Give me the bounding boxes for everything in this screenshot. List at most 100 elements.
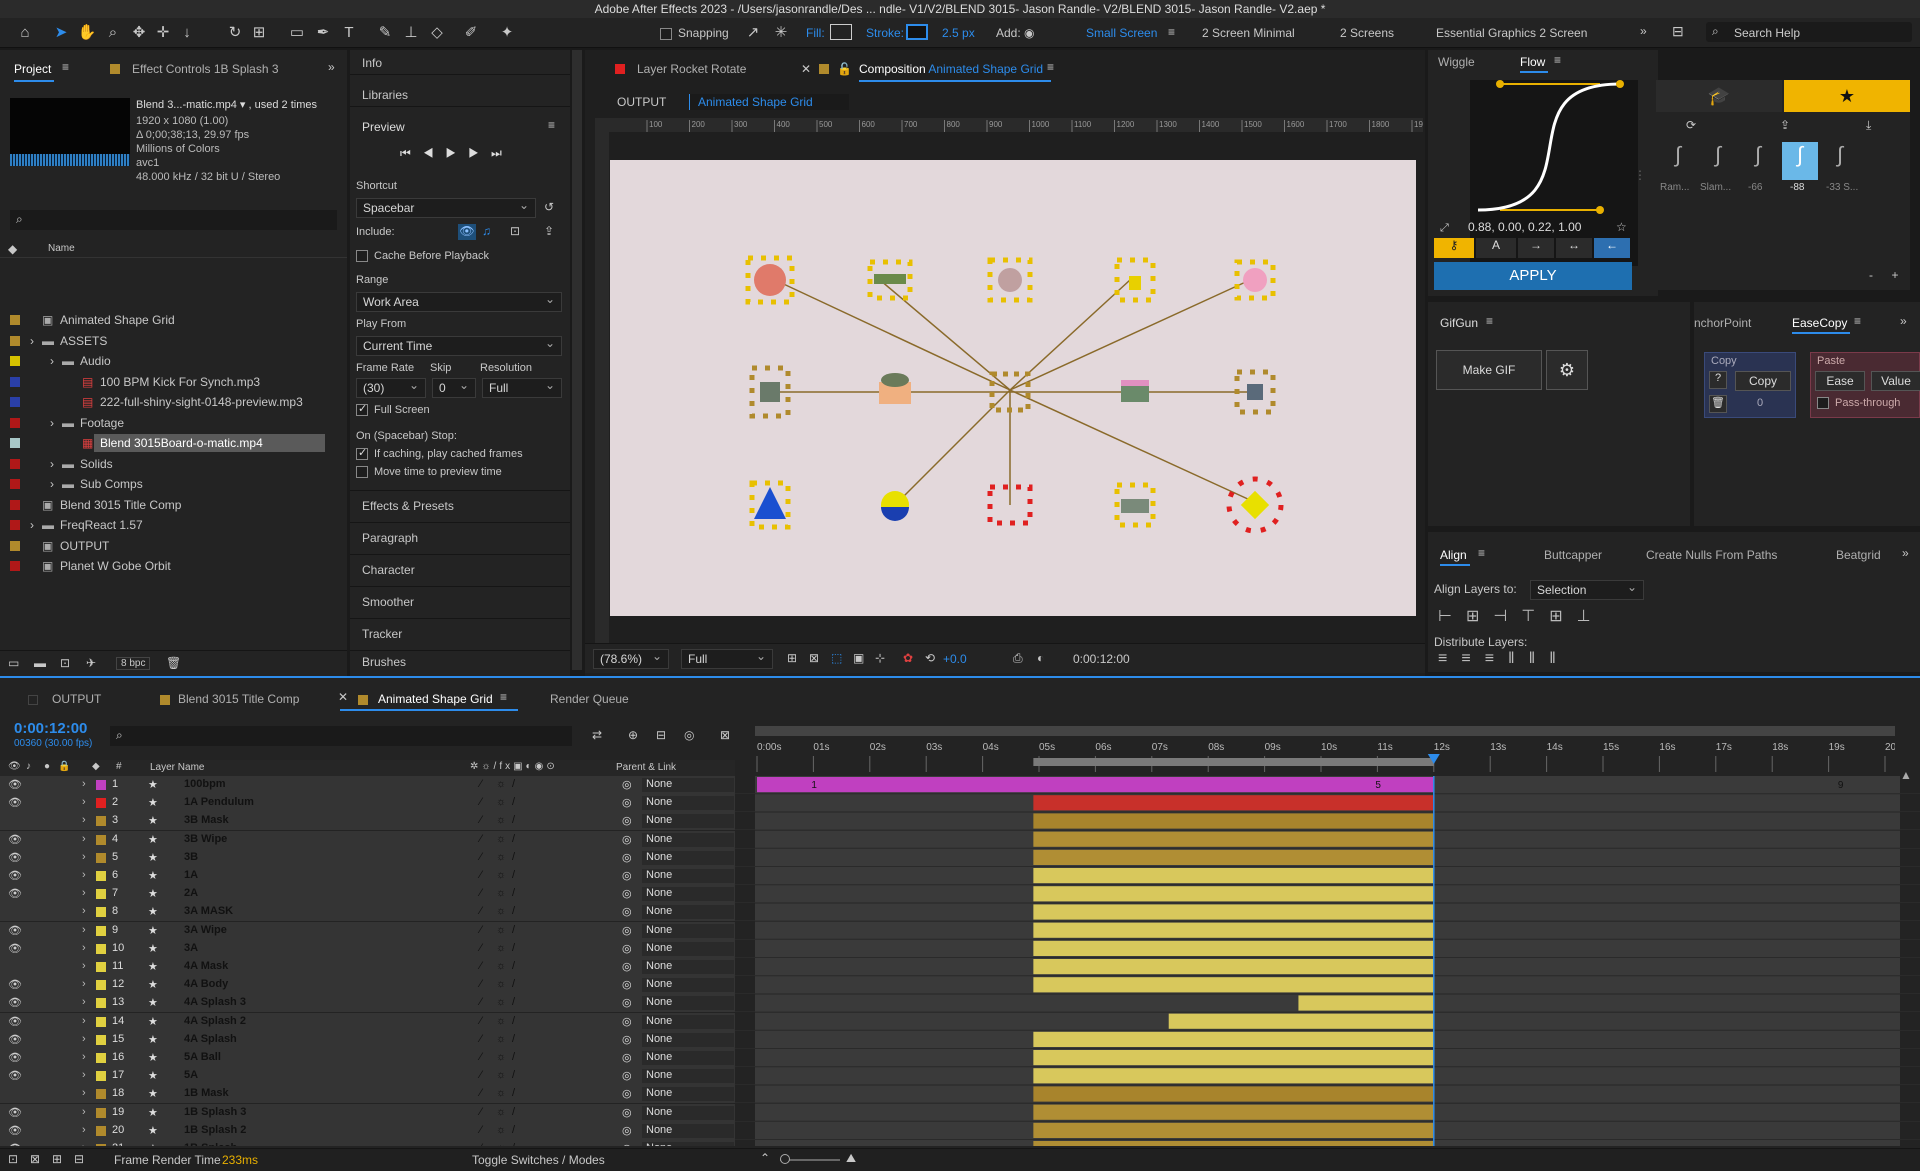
switch-quality-icon[interactable]: ⁄ — [480, 996, 482, 1008]
flow-bezier-values[interactable]: 0.88, 0.00, 0.22, 1.00 — [1468, 220, 1581, 234]
project-item[interactable]: ▣ Animated Shape Grid — [0, 310, 345, 330]
visibility-eye-icon[interactable]: 👁 — [8, 924, 22, 938]
expand-layer-icon[interactable]: › — [82, 814, 86, 826]
switch-quality-icon[interactable]: ⁄ — [480, 833, 482, 845]
plus-button[interactable]: + — [1884, 268, 1906, 286]
switch-quality-icon[interactable]: ⁄ — [480, 1033, 482, 1045]
project-item[interactable]: › ▬ Solids — [0, 454, 345, 474]
trash-icon[interactable]: 🗑 — [1709, 395, 1727, 413]
pickwhip-icon[interactable]: ◎ — [622, 887, 632, 900]
parent-dropdown[interactable]: None — [642, 796, 734, 811]
region-of-interest-icon[interactable]: ⊞ — [787, 651, 797, 665]
switch-motion-blur-icon[interactable]: / — [512, 1069, 515, 1081]
mask-visibility-icon[interactable]: ⬚ — [831, 651, 842, 665]
switch-collapse-icon[interactable]: ☼ — [496, 851, 506, 863]
switch-collapse-icon[interactable]: ☼ — [496, 978, 506, 990]
expand-layer-icon[interactable]: › — [82, 869, 86, 881]
parent-dropdown[interactable]: None — [642, 1105, 734, 1120]
parent-dropdown[interactable]: None — [642, 978, 734, 993]
project-item[interactable]: › ▬ ASSETS — [0, 331, 345, 351]
layer-name[interactable]: 3A MASK — [184, 905, 233, 917]
paragraph-section[interactable]: Paragraph — [350, 522, 570, 552]
switch-collapse-icon[interactable]: ☼ — [496, 1033, 506, 1045]
play-from-dropdown[interactable]: Current Time — [356, 334, 562, 356]
layer-label-color[interactable] — [96, 816, 106, 827]
first-frame-icon[interactable]: ⏮ — [400, 146, 423, 160]
layer-name[interactable]: 4A Splash 3 — [184, 996, 246, 1008]
project-item[interactable]: ▣ Planet W Gobe Orbit — [0, 556, 345, 576]
switch-quality-icon[interactable]: ⁄ — [480, 814, 482, 826]
panel-scrollbar[interactable] — [572, 50, 582, 670]
pass-through-checkbox[interactable] — [1817, 397, 1829, 410]
move-time-toggle[interactable]: Move time to preview time — [356, 466, 502, 479]
visibility-eye-icon[interactable]: 👁 — [8, 942, 22, 956]
expand-layer-icon[interactable]: › — [82, 1087, 86, 1099]
comp-resolution-dropdown[interactable]: Full — [681, 647, 773, 669]
visibility-eye-icon[interactable]: 👁 — [8, 887, 22, 901]
refresh-icon[interactable]: ⟳ — [1686, 118, 1696, 132]
switch-quality-icon[interactable]: ⁄ — [480, 960, 482, 972]
zoom-dropdown[interactable]: (78.6%) — [593, 647, 669, 669]
pen-tool-icon[interactable]: ✒ — [312, 22, 334, 44]
pickwhip-icon[interactable]: ◎ — [622, 1051, 632, 1064]
distribute-vcenter-icon[interactable]: ≡ — [1461, 650, 1484, 667]
project-item[interactable]: ▤ 100 BPM Kick For Synch.mp3 — [0, 372, 345, 392]
flow-text-icon[interactable]: A — [1476, 238, 1516, 258]
preset-curve-icon[interactable]: ∫ — [1822, 142, 1858, 180]
expand-layer-icon[interactable]: › — [82, 1069, 86, 1081]
switch-collapse-icon[interactable]: ☼ — [496, 924, 506, 936]
switch-quality-icon[interactable]: ⁄ — [480, 1124, 482, 1136]
zoom-in-icon[interactable]: ⛰ — [846, 1151, 856, 1166]
visibility-eye-icon[interactable]: 👁 — [8, 1142, 22, 1146]
expand-layer-icon[interactable]: › — [82, 796, 86, 808]
apply-button[interactable]: APPLY — [1434, 262, 1632, 290]
distribute-hcenter-icon[interactable]: ‖ — [1529, 650, 1550, 667]
selection-tool-icon[interactable]: ➤ — [50, 22, 72, 44]
project-item[interactable]: ▤ 222-full-shiny-sight-0148-preview.mp3 — [0, 392, 345, 412]
shape-options-icon[interactable]: ✳ — [770, 22, 792, 44]
pickwhip-icon[interactable]: ◎ — [622, 796, 632, 809]
parent-dropdown[interactable]: None — [642, 1142, 734, 1146]
project-item[interactable]: › ▬ Audio — [0, 351, 345, 371]
workspace-2-screens[interactable]: 2 Screens — [1340, 26, 1394, 40]
layer-label-color[interactable] — [96, 1144, 106, 1146]
switch-motion-blur-icon[interactable]: / — [512, 1051, 515, 1063]
navigator-bar[interactable] — [755, 726, 1895, 736]
pickwhip-icon[interactable]: ◎ — [622, 778, 632, 791]
preset-curve-selected-icon[interactable]: ∫ — [1782, 142, 1818, 180]
visibility-eye-icon[interactable]: 👁 — [8, 996, 22, 1010]
make-gif-button[interactable]: Make GIF — [1436, 350, 1542, 390]
switch-quality-icon[interactable]: ⁄ — [480, 887, 482, 899]
pickwhip-icon[interactable]: ◎ — [622, 833, 632, 846]
layer-label-color[interactable] — [96, 1071, 106, 1082]
visibility-eye-icon[interactable]: 👁 — [8, 1033, 22, 1047]
switch-collapse-icon[interactable]: ☼ — [496, 814, 506, 826]
switch-collapse-icon[interactable]: ☼ — [496, 833, 506, 845]
panel-overflow-icon[interactable]: » — [1902, 546, 1909, 560]
reset-icon[interactable]: ↺ — [544, 200, 554, 214]
preset-curve-icon[interactable]: ∫ — [1660, 142, 1696, 180]
parent-dropdown[interactable]: None — [642, 1069, 734, 1084]
new-comp-icon[interactable]: ⊡ — [60, 656, 70, 670]
if-caching-toggle[interactable]: If caching, play cached frames — [356, 446, 523, 461]
parent-dropdown[interactable]: None — [642, 1032, 734, 1047]
layer-name[interactable]: 5A — [184, 1069, 198, 1081]
puppet-pin-icon[interactable]: ✦ — [496, 22, 518, 44]
layer-label-color[interactable] — [96, 1125, 106, 1136]
layer-duration-bar[interactable] — [1298, 995, 1434, 1011]
value-button[interactable]: Value — [1871, 371, 1920, 391]
full-screen-toggle[interactable]: Full Screen — [356, 402, 430, 417]
switch-quality-icon[interactable]: ⁄ — [480, 851, 482, 863]
project-menu-icon[interactable]: ≡ — [62, 60, 69, 74]
layer-duration-bar[interactable] — [1033, 1141, 1434, 1146]
easecopy-menu-icon[interactable]: ≡ — [1854, 314, 1861, 328]
layer-label-color[interactable] — [96, 962, 106, 972]
libraries-section[interactable]: Libraries — [362, 88, 408, 102]
layer-duration-bar[interactable] — [1033, 904, 1434, 920]
visibility-eye-icon[interactable]: 👁 — [8, 1051, 22, 1065]
layer-name[interactable]: 100bpm — [184, 778, 226, 790]
tab-wiggle[interactable]: Wiggle — [1438, 55, 1475, 69]
toggle-switches-modes[interactable]: Toggle Switches / Modes — [472, 1153, 605, 1167]
visibility-eye-icon[interactable] — [8, 814, 22, 828]
layer-duration-bar[interactable] — [1033, 868, 1434, 884]
